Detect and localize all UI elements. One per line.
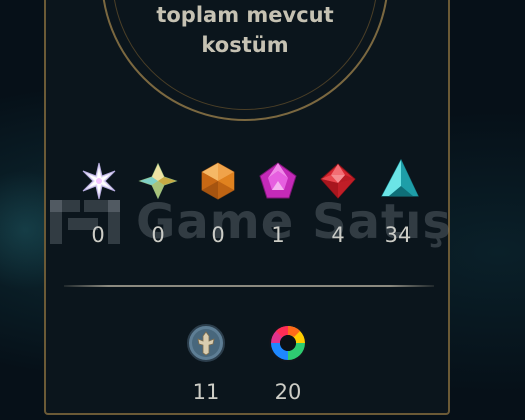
gem-count-orange: 0 [211,223,225,247]
orange-hexagon-gem-icon[interactable] [198,161,238,201]
white-star-gem-icon[interactable] [79,161,119,201]
color-wheel-count: 20 [274,380,302,404]
emblem-icon[interactable] [186,323,226,363]
emblem-count: 11 [192,380,220,404]
gem-count-red: 4 [331,223,345,247]
gem-count-magenta: 1 [271,223,285,247]
red-rhombus-gem-icon[interactable] [318,161,358,201]
section-divider [64,285,434,287]
gem-count-gold: 0 [151,223,165,247]
cyan-triangle-gem-icon[interactable] [380,158,420,198]
magenta-pentagon-gem-icon[interactable] [258,161,298,201]
gem-count-white: 0 [91,223,105,247]
collection-screen: toplam mevcut kostüm 0 0 0 1 4 34 11 20 … [0,0,525,420]
caption-line-2: kostüm [201,33,289,57]
gem-count-cyan: 34 [384,223,412,247]
gold-diamond-gem-icon[interactable] [138,161,178,201]
color-wheel-icon[interactable] [268,323,308,363]
total-skins-caption: toplam mevcut kostüm [125,0,365,60]
caption-line-1: toplam mevcut [156,3,334,27]
